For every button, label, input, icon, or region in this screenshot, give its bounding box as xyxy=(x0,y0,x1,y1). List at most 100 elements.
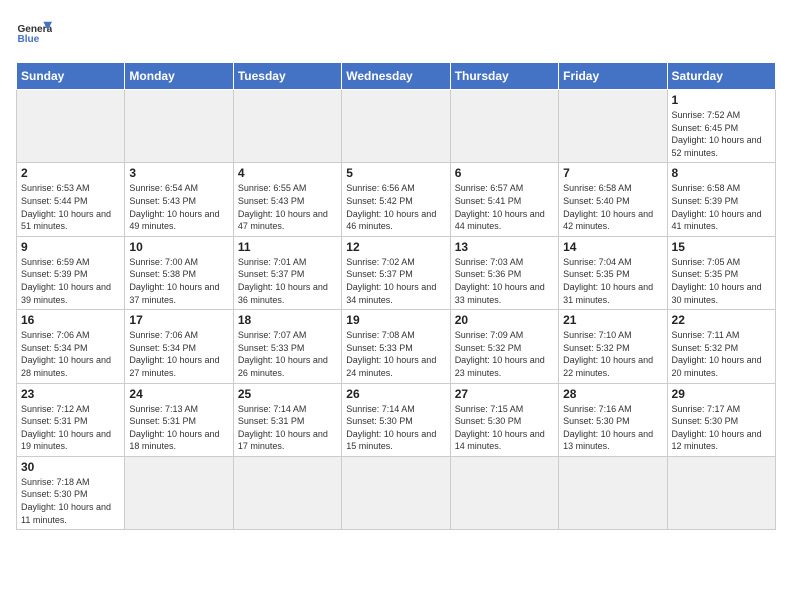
day-number: 16 xyxy=(21,313,120,327)
day-number: 28 xyxy=(563,387,662,401)
day-info: Sunrise: 7:07 AM Sunset: 5:33 PM Dayligh… xyxy=(238,329,337,379)
calendar-cell xyxy=(559,456,667,529)
day-info: Sunrise: 7:00 AM Sunset: 5:38 PM Dayligh… xyxy=(129,256,228,306)
calendar-cell: 30Sunrise: 7:18 AM Sunset: 5:30 PM Dayli… xyxy=(17,456,125,529)
calendar-cell: 6 Sunrise: 6:57 AM Sunset: 5:41 PM Daylig… xyxy=(450,163,558,236)
weekday-header-monday: Monday xyxy=(125,63,233,90)
weekday-header-wednesday: Wednesday xyxy=(342,63,450,90)
calendar-week-row-4: 23 Sunrise: 7:12 AM Sunset: 5:31 PM Dayli… xyxy=(17,383,776,456)
calendar-cell: 21Sunrise: 7:10 AM Sunset: 5:32 PM Dayli… xyxy=(559,310,667,383)
calendar-cell: 19Sunrise: 7:08 AM Sunset: 5:33 PM Dayli… xyxy=(342,310,450,383)
calendar-cell xyxy=(125,90,233,163)
day-info: Sunrise: 7:06 AM Sunset: 5:34 PM Dayligh… xyxy=(129,329,228,379)
day-info: Sunrise: 7:17 AM Sunset: 5:30 PM Dayligh… xyxy=(672,403,771,453)
calendar-cell xyxy=(17,90,125,163)
day-info: Sunrise: 6:58 AM Sunset: 5:40 PM Dayligh… xyxy=(563,182,662,232)
day-number: 1 xyxy=(672,93,771,107)
day-info: Sunrise: 7:11 AM Sunset: 5:32 PM Dayligh… xyxy=(672,329,771,379)
calendar-cell: 27 Sunrise: 7:15 AM Sunset: 5:30 PM Dayli… xyxy=(450,383,558,456)
day-info: Sunrise: 6:53 AM Sunset: 5:44 PM Dayligh… xyxy=(21,182,120,232)
day-info: Sunrise: 7:02 AM Sunset: 5:37 PM Dayligh… xyxy=(346,256,445,306)
day-info: Sunrise: 7:14 AM Sunset: 5:31 PM Dayligh… xyxy=(238,403,337,453)
calendar-week-row-3: 16 Sunrise: 7:06 AM Sunset: 5:34 PM Dayli… xyxy=(17,310,776,383)
day-number: 22 xyxy=(672,313,771,327)
calendar-cell: 14 Sunrise: 7:04 AM Sunset: 5:35 PM Dayli… xyxy=(559,236,667,309)
calendar-week-row-5: 30Sunrise: 7:18 AM Sunset: 5:30 PM Dayli… xyxy=(17,456,776,529)
calendar-cell: 25 Sunrise: 7:14 AM Sunset: 5:31 PM Dayli… xyxy=(233,383,341,456)
calendar-cell: 18Sunrise: 7:07 AM Sunset: 5:33 PM Dayli… xyxy=(233,310,341,383)
day-number: 11 xyxy=(238,240,337,254)
calendar-cell: 13Sunrise: 7:03 AM Sunset: 5:36 PM Dayli… xyxy=(450,236,558,309)
day-info: Sunrise: 7:52 AM Sunset: 6:45 PM Dayligh… xyxy=(672,109,771,159)
calendar-cell: 9 Sunrise: 6:59 AM Sunset: 5:39 PM Daylig… xyxy=(17,236,125,309)
calendar-cell xyxy=(342,456,450,529)
day-info: Sunrise: 6:57 AM Sunset: 5:41 PM Dayligh… xyxy=(455,182,554,232)
day-number: 29 xyxy=(672,387,771,401)
day-info: Sunrise: 6:58 AM Sunset: 5:39 PM Dayligh… xyxy=(672,182,771,232)
day-number: 25 xyxy=(238,387,337,401)
day-info: Sunrise: 7:01 AM Sunset: 5:37 PM Dayligh… xyxy=(238,256,337,306)
day-number: 17 xyxy=(129,313,228,327)
calendar-cell: 26Sunrise: 7:14 AM Sunset: 5:30 PM Dayli… xyxy=(342,383,450,456)
weekday-header-saturday: Saturday xyxy=(667,63,775,90)
day-info: Sunrise: 7:10 AM Sunset: 5:32 PM Dayligh… xyxy=(563,329,662,379)
day-number: 13 xyxy=(455,240,554,254)
day-info: Sunrise: 6:54 AM Sunset: 5:43 PM Dayligh… xyxy=(129,182,228,232)
calendar-cell xyxy=(450,90,558,163)
calendar-cell: 20 Sunrise: 7:09 AM Sunset: 5:32 PM Dayli… xyxy=(450,310,558,383)
day-number: 14 xyxy=(563,240,662,254)
day-number: 9 xyxy=(21,240,120,254)
day-number: 5 xyxy=(346,166,445,180)
day-info: Sunrise: 7:15 AM Sunset: 5:30 PM Dayligh… xyxy=(455,403,554,453)
calendar-cell: 28 Sunrise: 7:16 AM Sunset: 5:30 PM Dayli… xyxy=(559,383,667,456)
day-number: 23 xyxy=(21,387,120,401)
logo-icon: General Blue xyxy=(16,16,52,52)
header: General Blue xyxy=(16,16,776,52)
calendar-cell xyxy=(233,456,341,529)
day-info: Sunrise: 7:04 AM Sunset: 5:35 PM Dayligh… xyxy=(563,256,662,306)
calendar-cell: 22 Sunrise: 7:11 AM Sunset: 5:32 PM Dayli… xyxy=(667,310,775,383)
calendar-cell: 11 Sunrise: 7:01 AM Sunset: 5:37 PM Dayli… xyxy=(233,236,341,309)
calendar-cell: 12 Sunrise: 7:02 AM Sunset: 5:37 PM Dayli… xyxy=(342,236,450,309)
day-info: Sunrise: 6:55 AM Sunset: 5:43 PM Dayligh… xyxy=(238,182,337,232)
calendar-cell: 10 Sunrise: 7:00 AM Sunset: 5:38 PM Dayli… xyxy=(125,236,233,309)
day-info: Sunrise: 6:56 AM Sunset: 5:42 PM Dayligh… xyxy=(346,182,445,232)
calendar-cell xyxy=(233,90,341,163)
calendar-cell: 15 Sunrise: 7:05 AM Sunset: 5:35 PM Dayli… xyxy=(667,236,775,309)
calendar-cell: 17 Sunrise: 7:06 AM Sunset: 5:34 PM Dayli… xyxy=(125,310,233,383)
day-info: Sunrise: 7:09 AM Sunset: 5:32 PM Dayligh… xyxy=(455,329,554,379)
day-info: Sunrise: 7:12 AM Sunset: 5:31 PM Dayligh… xyxy=(21,403,120,453)
calendar-cell: 3Sunrise: 6:54 AM Sunset: 5:43 PM Daylig… xyxy=(125,163,233,236)
day-number: 2 xyxy=(21,166,120,180)
calendar-cell: 1 Sunrise: 7:52 AM Sunset: 6:45 PM Daylig… xyxy=(667,90,775,163)
day-number: 20 xyxy=(455,313,554,327)
calendar-cell: 4 Sunrise: 6:55 AM Sunset: 5:43 PM Daylig… xyxy=(233,163,341,236)
logo: General Blue xyxy=(16,16,56,52)
calendar-cell xyxy=(125,456,233,529)
day-info: Sunrise: 7:05 AM Sunset: 5:35 PM Dayligh… xyxy=(672,256,771,306)
day-info: Sunrise: 7:13 AM Sunset: 5:31 PM Dayligh… xyxy=(129,403,228,453)
day-number: 30 xyxy=(21,460,120,474)
day-number: 12 xyxy=(346,240,445,254)
day-info: Sunrise: 6:59 AM Sunset: 5:39 PM Dayligh… xyxy=(21,256,120,306)
day-number: 8 xyxy=(672,166,771,180)
calendar-week-row-2: 9 Sunrise: 6:59 AM Sunset: 5:39 PM Daylig… xyxy=(17,236,776,309)
calendar-cell: 29 Sunrise: 7:17 AM Sunset: 5:30 PM Dayli… xyxy=(667,383,775,456)
calendar-cell xyxy=(667,456,775,529)
day-number: 27 xyxy=(455,387,554,401)
day-number: 4 xyxy=(238,166,337,180)
calendar-cell: 7 Sunrise: 6:58 AM Sunset: 5:40 PM Daylig… xyxy=(559,163,667,236)
day-number: 26 xyxy=(346,387,445,401)
calendar-cell xyxy=(559,90,667,163)
weekday-header-sunday: Sunday xyxy=(17,63,125,90)
day-number: 7 xyxy=(563,166,662,180)
day-number: 24 xyxy=(129,387,228,401)
weekday-header-friday: Friday xyxy=(559,63,667,90)
calendar-cell xyxy=(450,456,558,529)
day-number: 15 xyxy=(672,240,771,254)
day-info: Sunrise: 7:16 AM Sunset: 5:30 PM Dayligh… xyxy=(563,403,662,453)
calendar-week-row-1: 2 Sunrise: 6:53 AM Sunset: 5:44 PM Daylig… xyxy=(17,163,776,236)
calendar-cell xyxy=(342,90,450,163)
day-number: 10 xyxy=(129,240,228,254)
day-number: 6 xyxy=(455,166,554,180)
